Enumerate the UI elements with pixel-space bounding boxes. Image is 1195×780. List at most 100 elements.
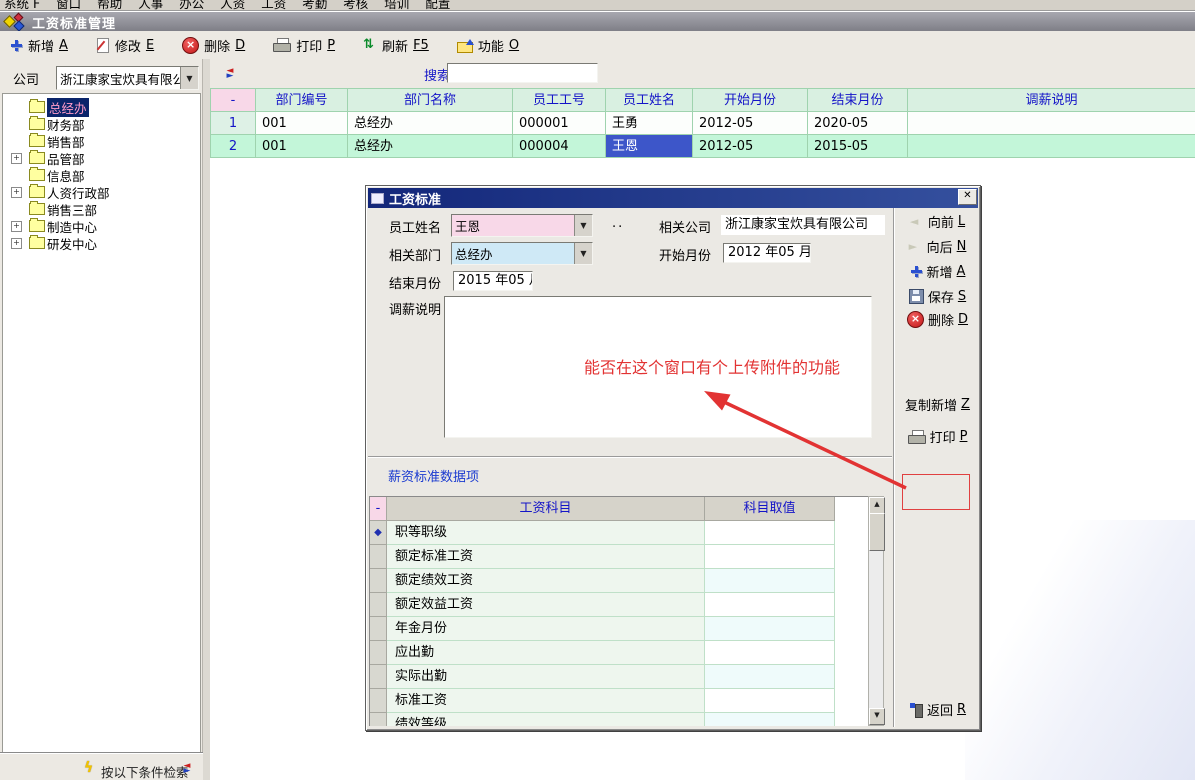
tree-item-zongjingban[interactable]: 总经办 <box>3 99 200 115</box>
swap-arrows-icon[interactable]: ◄► <box>179 762 195 775</box>
col-header-dept-name[interactable]: 部门名称 <box>348 89 513 112</box>
salary-item[interactable]: 额定标准工资 <box>387 545 705 569</box>
cell-start-month[interactable]: 2012-05 <box>693 135 808 158</box>
scroll-down-icon[interactable]: ▼ <box>869 708 885 725</box>
menu-item-training[interactable]: 培训 <box>384 0 409 11</box>
cell-emp-name-selected[interactable]: 王恩 <box>606 135 693 158</box>
tree-item-renzixingzhengbu[interactable]: +人资行政部 <box>3 184 200 200</box>
function-button[interactable]: 功能O <box>457 36 519 55</box>
scroll-up-icon[interactable]: ▲ <box>869 497 885 514</box>
scroll-thumb[interactable] <box>869 513 885 551</box>
menu-item-assessment[interactable]: 考核 <box>343 0 368 11</box>
edit-button[interactable]: 修改E <box>96 36 154 55</box>
print-button[interactable]: 打印P <box>273 36 335 55</box>
expand-icon[interactable]: + <box>11 153 22 164</box>
dialog-print-button[interactable]: 打印P <box>895 427 980 446</box>
cell-dept-name[interactable]: 总经办 <box>348 112 513 135</box>
cell-end-month[interactable]: 2020-05 <box>808 112 908 135</box>
delete-button[interactable]: ×删除D <box>182 36 245 55</box>
salary-value-cell[interactable] <box>705 545 835 569</box>
salary-item[interactable]: 额定效益工资 <box>387 593 705 617</box>
tree-item-yanfazhongxin[interactable]: +研发中心 <box>3 235 200 251</box>
cell-note[interactable] <box>908 135 1195 158</box>
menu-item-system[interactable]: 系统 F <box>4 0 40 11</box>
copy-add-button[interactable]: 复制新增Z <box>895 395 980 414</box>
scrollbar[interactable]: ▲ ▼ <box>868 496 884 726</box>
cell-emp-name[interactable]: 王勇 <box>606 112 693 135</box>
expand-icon[interactable]: + <box>11 238 22 249</box>
cell-dept-no[interactable]: 001 <box>256 112 348 135</box>
tree-item-pinguanbu[interactable]: +品管部 <box>3 150 200 166</box>
col-header-note[interactable]: 调薪说明 <box>908 89 1195 112</box>
save-button[interactable]: 保存S <box>895 287 980 306</box>
menu-item-window[interactable]: 窗口 <box>56 0 81 11</box>
salary-item[interactable]: 年金月份 <box>387 617 705 641</box>
col-header-dept-no[interactable]: 部门编号 <box>256 89 348 112</box>
salary-value-cell[interactable] <box>705 569 835 593</box>
dialog-delete-button[interactable]: ×删除D <box>895 310 980 329</box>
close-icon[interactable]: ✕ <box>958 189 977 205</box>
chevron-down-icon[interactable]: ▼ <box>180 67 198 89</box>
salary-value-cell[interactable] <box>705 617 835 641</box>
menu-item-hr[interactable]: 人事 <box>138 0 163 11</box>
dialog-titlebar[interactable]: 工资标准 <box>368 188 978 208</box>
tree-item-caiwubu[interactable]: 财务部 <box>3 116 200 132</box>
salary-value-cell[interactable] <box>705 641 835 665</box>
swap-arrows-icon[interactable]: ◄► <box>222 67 238 80</box>
search-input[interactable] <box>447 63 598 83</box>
inner-col-header-item[interactable]: 工资科目 <box>387 497 705 521</box>
cell-end-month[interactable]: 2015-05 <box>808 135 908 158</box>
tree-item-xiaoshousanbu[interactable]: 销售三部 <box>3 201 200 217</box>
expand-icon[interactable]: + <box>11 221 22 232</box>
menu-item-config[interactable]: 配置 <box>425 0 450 11</box>
salary-item[interactable]: 额定绩效工资 <box>387 569 705 593</box>
menu-item-hcm[interactable]: 人资 <box>220 0 245 11</box>
employee-name-select[interactable]: 王恩 ▼ <box>451 214 593 237</box>
lookup-dots[interactable]: .. <box>612 216 624 231</box>
tree-item-zhizaozhongxin[interactable]: +制造中心 <box>3 218 200 234</box>
salary-value-cell[interactable] <box>705 593 835 617</box>
tree-item-xiaoshoubu[interactable]: 销售部 <box>3 133 200 149</box>
chevron-down-icon[interactable]: ▼ <box>574 215 592 236</box>
salary-item[interactable]: 绩效等级 <box>387 713 705 726</box>
refresh-button[interactable]: ⇅刷新F5 <box>363 36 429 55</box>
cell-dept-no[interactable]: 001 <box>256 135 348 158</box>
salary-value-cell[interactable] <box>705 521 835 545</box>
col-header-emp-name[interactable]: 员工姓名 <box>606 89 693 112</box>
cell-dept-name[interactable]: 总经办 <box>348 135 513 158</box>
related-dept-select[interactable]: 总经办 ▼ <box>451 242 593 265</box>
add-button[interactable]: 新增A <box>10 36 68 55</box>
menu-item-attendance[interactable]: 考勤 <box>302 0 327 11</box>
tree-item-xinxibu[interactable]: 信息部 <box>3 167 200 183</box>
cell-emp-no[interactable]: 000004 <box>513 135 606 158</box>
cell-start-month[interactable]: 2012-05 <box>693 112 808 135</box>
search-condition-bar[interactable]: ϟ 按以下条件检索 ◄► <box>0 753 203 780</box>
salary-item[interactable]: 职等职级 <box>387 521 705 545</box>
chevron-down-icon[interactable]: ▼ <box>574 243 592 264</box>
inner-col-header-value[interactable]: 科目取值 <box>705 497 835 521</box>
row-index[interactable]: 1 <box>211 112 256 135</box>
expand-icon[interactable]: + <box>11 187 22 198</box>
end-month-input[interactable]: 2015 年05 月 <box>453 271 533 291</box>
start-month-input[interactable]: 2012 年05 月 <box>723 243 811 263</box>
salary-value-cell[interactable] <box>705 689 835 713</box>
salary-value-cell[interactable] <box>705 713 835 726</box>
col-header-start-month[interactable]: 开始月份 <box>693 89 808 112</box>
cell-note[interactable] <box>908 112 1195 135</box>
col-header-indicator[interactable]: - <box>211 89 256 112</box>
row-index[interactable]: 2 <box>211 135 256 158</box>
salary-item[interactable]: 实际出勤 <box>387 665 705 689</box>
cell-emp-no[interactable]: 000001 <box>513 112 606 135</box>
prev-record-button[interactable]: ◄向前L <box>895 212 980 231</box>
menu-item-salary[interactable]: 工资 <box>261 0 286 11</box>
dialog-add-button[interactable]: 新增A <box>895 262 980 281</box>
next-record-button[interactable]: ►向后N <box>895 237 980 256</box>
col-header-end-month[interactable]: 结束月份 <box>808 89 908 112</box>
back-button[interactable]: 返回R <box>895 700 980 719</box>
menu-item-office[interactable]: 办公 <box>179 0 204 11</box>
col-header-emp-no[interactable]: 员工工号 <box>513 89 606 112</box>
salary-item[interactable]: 标准工资 <box>387 689 705 713</box>
salary-value-cell[interactable] <box>705 665 835 689</box>
splitter[interactable] <box>203 59 210 780</box>
salary-item[interactable]: 应出勤 <box>387 641 705 665</box>
